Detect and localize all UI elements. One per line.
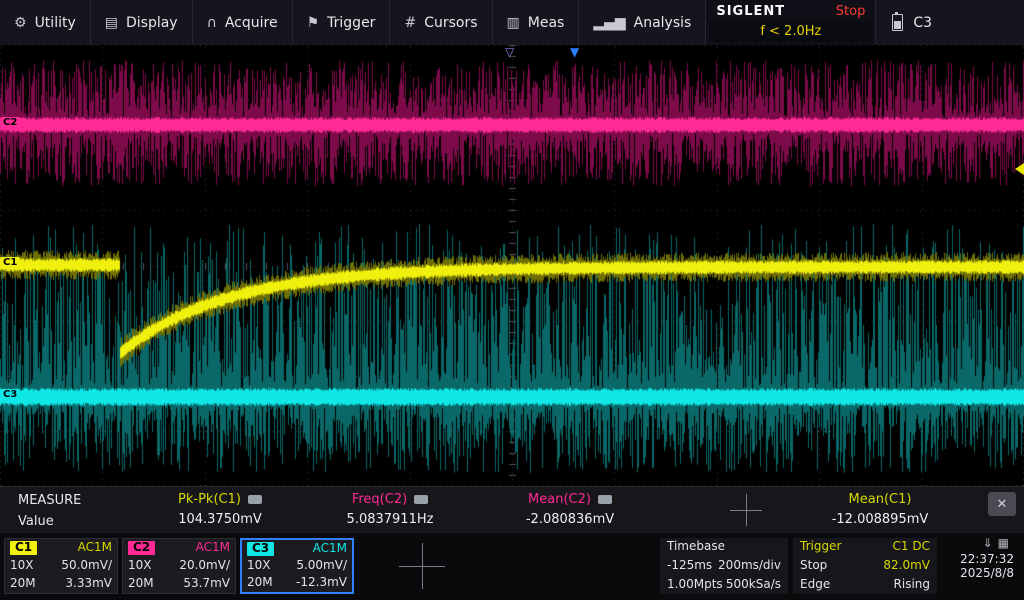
measure-col-mean-c1[interactable]: Mean(C1) -12.008895mV bbox=[770, 492, 990, 527]
active-channel-indicator[interactable]: C3 bbox=[913, 15, 932, 31]
probe-c1: 10X bbox=[10, 559, 34, 573]
cursors-icon: # bbox=[404, 15, 416, 31]
measure-close-button[interactable]: ✕ bbox=[988, 492, 1016, 516]
waveform-display[interactable]: C2 C1 C3 ▽ ▼ bbox=[0, 45, 1024, 486]
coupling-c2: AC1M bbox=[196, 541, 230, 555]
trigger-source: C1 DC bbox=[893, 540, 930, 554]
waveform-canvas bbox=[0, 45, 1024, 486]
system-time: 22:37:32 bbox=[938, 552, 1014, 566]
menu-trigger[interactable]: ⚑ Trigger bbox=[293, 0, 391, 45]
channel-chip-c1: C1 bbox=[10, 541, 37, 555]
channel-chip-c3: C3 bbox=[247, 542, 274, 556]
measure-bar: MEASURE Value Pk-Pk(C1) 104.3750mV Freq(… bbox=[0, 486, 1024, 533]
measure-title: MEASURE bbox=[18, 493, 81, 508]
measure-label: Freq(C2) bbox=[352, 492, 407, 507]
measure-config-pill bbox=[598, 495, 612, 504]
channel-offset-tag-c3[interactable]: C3 bbox=[0, 389, 20, 401]
timebase-scale: 200ms/div bbox=[718, 559, 781, 573]
coupling-c1: AC1M bbox=[78, 541, 112, 555]
brand-status-box: SIGLENT Stop f < 2.0Hz bbox=[706, 0, 876, 45]
timebase-title: Timebase bbox=[667, 540, 725, 554]
display-icon: ▤ bbox=[105, 15, 118, 31]
menu-display[interactable]: ▤ Display bbox=[91, 0, 193, 45]
timebase-sample-rate: 500kSa/s bbox=[726, 578, 781, 592]
clock-area: ⇓▦ 22:37:32 2025/8/8 bbox=[938, 536, 1020, 580]
trigger-position-marker[interactable]: ▽ bbox=[505, 46, 514, 58]
channel-box-c3[interactable]: C3 AC1M 10X 5.00mV/ 20M -12.3mV bbox=[240, 538, 354, 594]
measure-label: Mean(C1) bbox=[849, 492, 912, 507]
bandwidth-c1: 20M bbox=[10, 577, 36, 591]
measure-config-pill bbox=[414, 495, 428, 504]
analysis-icon: ▂▄▆ bbox=[593, 15, 625, 31]
bandwidth-c3: 20M bbox=[247, 576, 273, 590]
trigger-frequency-readout: f < 2.0Hz bbox=[709, 21, 872, 42]
bandwidth-c2: 20M bbox=[128, 577, 154, 591]
menu-meas-label: Meas bbox=[528, 15, 565, 31]
trigger-type: Edge bbox=[800, 578, 830, 592]
measure-add-slot-crosshair[interactable] bbox=[730, 494, 762, 526]
menu-analysis[interactable]: ▂▄▆ Analysis bbox=[579, 0, 706, 45]
meas-icon: ▥ bbox=[507, 15, 520, 31]
scale-c1: 50.0mV/ bbox=[61, 559, 112, 573]
menu-cursors-label: Cursors bbox=[424, 15, 477, 31]
trigger-status: Stop bbox=[800, 559, 827, 573]
battery-icon bbox=[892, 14, 903, 31]
trigger-box[interactable]: Trigger C1 DC Stop 82.0mV Edge Rising bbox=[793, 538, 937, 594]
offset-c3: -12.3mV bbox=[296, 576, 347, 590]
usb-icon: ⇓ bbox=[983, 536, 998, 550]
grid-icon: ▦ bbox=[998, 536, 1014, 550]
acquisition-status-badge: Stop bbox=[836, 4, 866, 19]
measure-value: -12.008895mV bbox=[770, 512, 990, 527]
trigger-slope: Rising bbox=[894, 578, 930, 592]
channel-offset-tag-c2[interactable]: C2 bbox=[0, 117, 20, 129]
timebase-memory: 1.00Mpts bbox=[667, 578, 723, 592]
crosshair-placeholder bbox=[399, 543, 445, 589]
channel-box-c2[interactable]: C2 AC1M 10X 20.0mV/ 20M 53.7mV bbox=[122, 538, 236, 594]
menu-analysis-label: Analysis bbox=[634, 15, 692, 31]
menu-acquire-label: Acquire bbox=[225, 15, 278, 31]
measure-config-pill bbox=[248, 495, 262, 504]
timebase-box[interactable]: Timebase -125ms 200ms/div 1.00Mpts500kSa/… bbox=[660, 538, 788, 594]
measure-label: Pk-Pk(C1) bbox=[178, 492, 241, 507]
measure-value-row-label: Value bbox=[18, 514, 54, 529]
measure-value: -2.080836mV bbox=[460, 512, 680, 527]
measure-label: Mean(C2) bbox=[528, 492, 591, 507]
menu-utility-label: Utility bbox=[35, 15, 76, 31]
brand-logo: SIGLENT bbox=[716, 4, 785, 19]
system-status-box: C3 bbox=[876, 0, 948, 45]
menu-display-label: Display bbox=[126, 15, 178, 31]
utility-icon: ⚙ bbox=[14, 15, 27, 31]
offset-c1: 3.33mV bbox=[65, 577, 112, 591]
menu-cursors[interactable]: # Cursors bbox=[390, 0, 492, 45]
trigger-level: 82.0mV bbox=[883, 559, 930, 573]
scale-c3: 5.00mV/ bbox=[296, 559, 347, 573]
menu-meas[interactable]: ▥ Meas bbox=[493, 0, 580, 45]
trigger-flag-icon: ⚑ bbox=[307, 15, 320, 31]
menu-trigger-label: Trigger bbox=[327, 15, 375, 31]
probe-c3: 10X bbox=[247, 559, 271, 573]
measure-col-mean-c2[interactable]: Mean(C2) -2.080836mV bbox=[460, 492, 680, 527]
menu-utility[interactable]: ⚙ Utility bbox=[0, 0, 91, 45]
acquire-icon: ∩ bbox=[207, 15, 217, 31]
channel-box-c1[interactable]: C1 AC1M 10X 50.0mV/ 20M 3.33mV bbox=[4, 538, 118, 594]
trigger-delay-marker[interactable]: ▼ bbox=[570, 46, 579, 58]
offset-c2: 53.7mV bbox=[183, 577, 230, 591]
scale-c2: 20.0mV/ bbox=[179, 559, 230, 573]
channel-offset-tag-c1[interactable]: C1 bbox=[0, 257, 20, 269]
probe-c2: 10X bbox=[128, 559, 152, 573]
channel-chip-c2: C2 bbox=[128, 541, 155, 555]
coupling-c3: AC1M bbox=[313, 542, 347, 556]
timebase-delay: -125ms bbox=[667, 559, 712, 573]
top-menu-bar: ⚙ Utility ▤ Display ∩ Acquire ⚑ Trigger … bbox=[0, 0, 1024, 45]
trigger-level-marker[interactable] bbox=[1015, 163, 1024, 175]
trigger-title: Trigger bbox=[800, 540, 841, 554]
menu-acquire[interactable]: ∩ Acquire bbox=[193, 0, 293, 45]
system-date: 2025/8/8 bbox=[938, 566, 1014, 580]
bottom-status-bar: C1 AC1M 10X 50.0mV/ 20M 3.33mV C2 AC1M 10X 20… bbox=[0, 533, 1024, 600]
